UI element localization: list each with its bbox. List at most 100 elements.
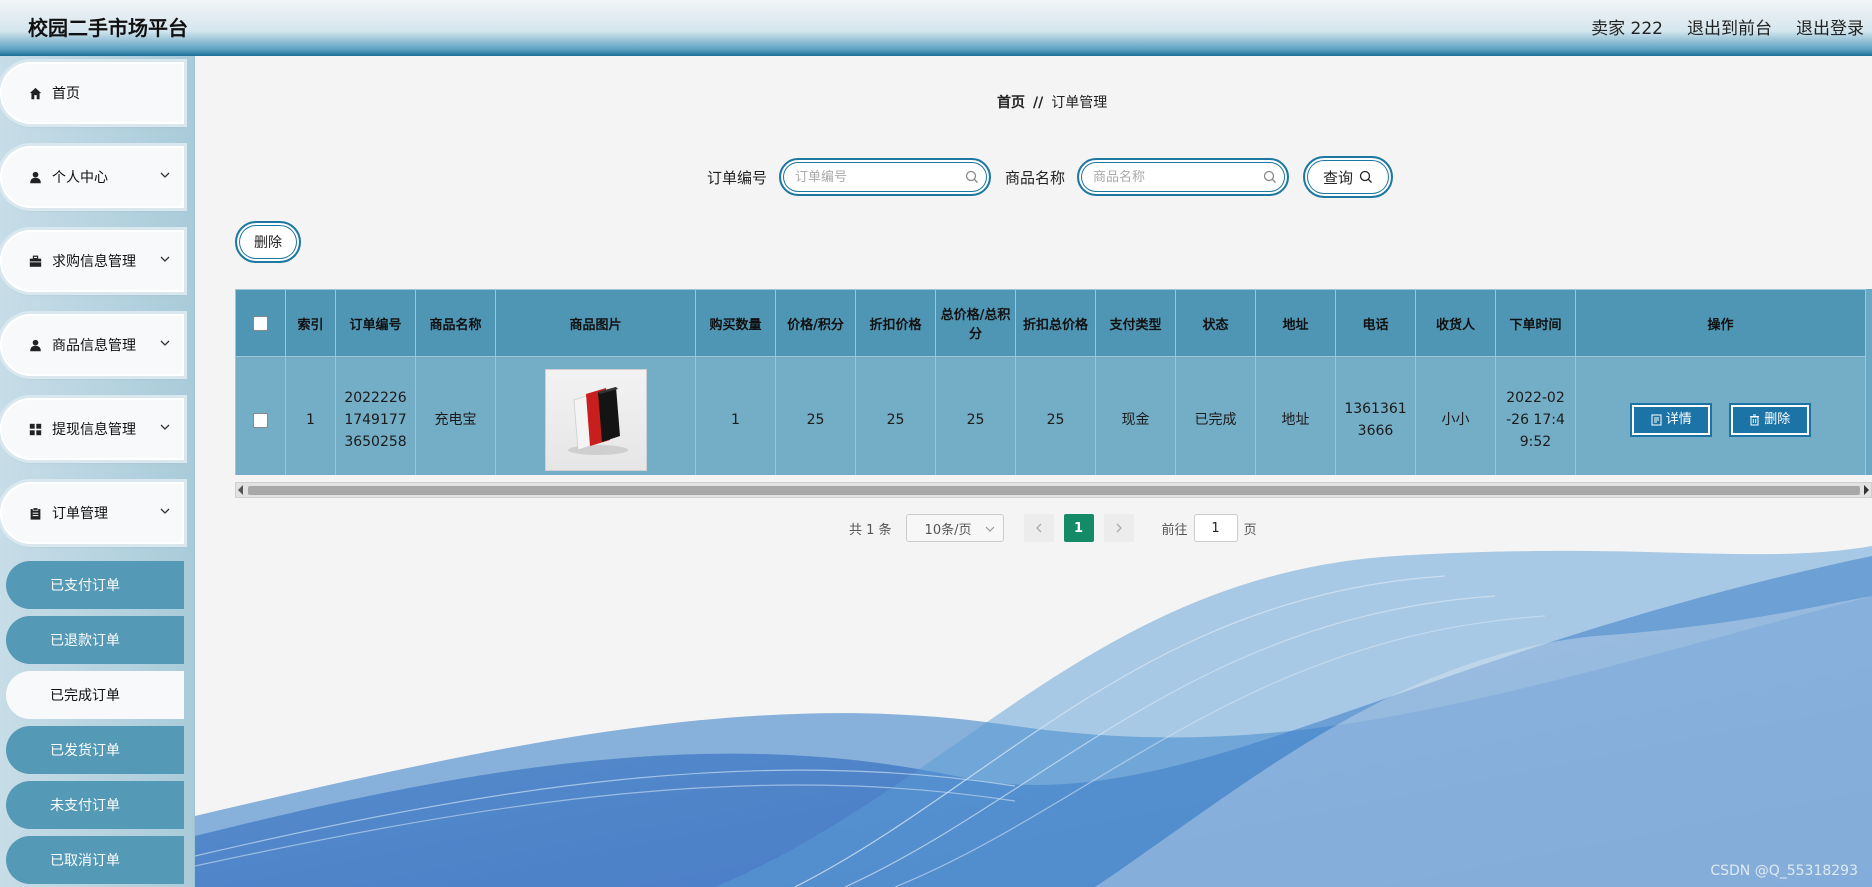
scroll-left-arrow-icon[interactable] xyxy=(238,485,243,495)
logout-link[interactable]: 退出登录 xyxy=(1796,14,1864,39)
search-icon xyxy=(965,170,978,183)
order-no-line: 1749177 xyxy=(344,412,407,428)
time-line: 2022-02 xyxy=(1506,390,1565,406)
power-bank-illustration xyxy=(567,387,628,455)
column-header: 折扣总价格 xyxy=(1015,289,1096,357)
goto-page-input[interactable]: 1 xyxy=(1193,514,1238,542)
sidebar-item-label: 首页 xyxy=(52,86,80,102)
table-header-row: 索引 订单编号 商品名称 商品图片 购买数量 价格/积分 折扣价格 总价格/总积… xyxy=(235,289,1866,357)
grid-icon xyxy=(28,422,42,436)
chevron-down-icon xyxy=(160,256,170,262)
goto-label: 前往 xyxy=(1161,522,1188,538)
sidebar-item-personal-center[interactable]: 个人中心 xyxy=(0,146,184,208)
chevron-left-icon xyxy=(1035,523,1042,533)
breadcrumb-home[interactable]: 首页 xyxy=(997,95,1025,111)
cell-product-image xyxy=(495,356,696,475)
chevron-right-icon xyxy=(1116,523,1122,533)
detail-button[interactable]: 详情 xyxy=(1630,403,1713,437)
page-number-current[interactable]: 1 xyxy=(1063,514,1094,542)
product-name-input[interactable] xyxy=(1091,168,1256,186)
column-header: 地址 xyxy=(1255,289,1336,357)
column-header: 下单时间 xyxy=(1495,289,1576,357)
product-name-label: 商品名称 xyxy=(1005,168,1066,187)
row-delete-button-label: 删除 xyxy=(1764,412,1791,427)
product-image[interactable] xyxy=(544,369,647,471)
table-row: 1 2022226 1749177 3650258 充电宝 1 25 25 25… xyxy=(235,356,1866,475)
cell-status: 已完成 xyxy=(1175,356,1256,475)
order-no-field[interactable] xyxy=(779,158,992,196)
sidebar: 首页 个人中心 求购信息管理 商品信息管理 提现信息管理 订单管理 已支付订单 … xyxy=(0,56,195,887)
sidebar-item-home[interactable]: 首页 xyxy=(0,62,184,124)
column-header: 折扣价格 xyxy=(855,289,936,357)
search-icon xyxy=(1359,170,1372,183)
chevron-down-icon xyxy=(160,424,170,430)
cell-phone: 1361361 3666 xyxy=(1335,356,1416,475)
cell-discount-price: 25 xyxy=(855,356,936,475)
sidebar-subitem-shipped-orders[interactable]: 已发货订单 xyxy=(6,726,184,774)
clipboard-icon xyxy=(28,506,42,520)
current-user[interactable]: 卖家 222 xyxy=(1591,14,1663,39)
pagination: 共 1 条 10条/页 1 前往 1 页 xyxy=(849,514,1257,542)
column-header: 支付类型 xyxy=(1095,289,1176,357)
cell-quantity: 1 xyxy=(695,356,776,475)
sidebar-item-withdraw-info[interactable]: 提现信息管理 xyxy=(0,398,184,460)
sidebar-item-label: 订单管理 xyxy=(52,506,108,522)
cell-pay-type: 现金 xyxy=(1095,356,1176,475)
search-bar: 订单编号 商品名称 查询 xyxy=(707,156,1394,198)
sidebar-item-order-management[interactable]: 订单管理 xyxy=(0,482,184,544)
document-icon xyxy=(1651,414,1662,426)
query-button-label: 查询 xyxy=(1323,168,1354,187)
sidebar-item-purchase-info[interactable]: 求购信息管理 xyxy=(0,230,184,292)
breadcrumb-current: 订单管理 xyxy=(1051,95,1108,111)
next-page-button[interactable] xyxy=(1103,514,1134,542)
select-all-checkbox[interactable] xyxy=(253,315,268,331)
cell-index: 1 xyxy=(285,356,336,475)
pagination-total: 共 1 条 xyxy=(849,522,892,538)
query-button[interactable]: 查询 xyxy=(1303,156,1394,198)
row-checkbox[interactable] xyxy=(253,412,268,428)
page-unit-label: 页 xyxy=(1243,522,1257,538)
page-size-select[interactable]: 10条/页 xyxy=(905,514,1004,542)
page-size-value: 10条/页 xyxy=(924,522,972,538)
scroll-right-arrow-icon[interactable] xyxy=(1864,485,1869,495)
time-line: -26 17:4 xyxy=(1506,412,1565,428)
sidebar-subitem-refunded-orders[interactable]: 已退款订单 xyxy=(6,616,184,664)
product-name-field[interactable] xyxy=(1077,158,1290,196)
sidebar-subitem-paid-orders[interactable]: 已支付订单 xyxy=(6,561,184,609)
select-all-cell xyxy=(235,289,286,357)
cell-receiver: 小小 xyxy=(1415,356,1496,475)
app-title: 校园二手市场平台 xyxy=(28,16,188,40)
cell-price: 25 xyxy=(775,356,856,475)
row-delete-button[interactable]: 删除 xyxy=(1728,403,1811,437)
order-no-input[interactable] xyxy=(793,168,958,186)
top-header: 校园二手市场平台 卖家 222 退出到前台 退出登录 xyxy=(0,0,1872,56)
column-header: 价格/积分 xyxy=(775,289,856,357)
back-to-front-link[interactable]: 退出到前台 xyxy=(1687,14,1772,39)
sidebar-subitem-cancelled-orders[interactable]: 已取消订单 xyxy=(6,836,184,884)
row-select-cell xyxy=(235,356,286,475)
home-icon xyxy=(28,86,42,100)
column-header: 商品图片 xyxy=(495,289,696,357)
batch-delete-button[interactable]: 删除 xyxy=(235,221,301,263)
sidebar-item-product-info[interactable]: 商品信息管理 xyxy=(0,314,184,376)
horizontal-scrollbar[interactable] xyxy=(235,482,1872,498)
prev-page-button[interactable] xyxy=(1023,514,1054,542)
column-header: 订单编号 xyxy=(335,289,416,357)
trash-icon xyxy=(1750,414,1760,426)
cell-total-price: 25 xyxy=(935,356,1016,475)
chevron-down-icon xyxy=(160,172,170,178)
briefcase-icon xyxy=(28,254,42,268)
order-no-label: 订单编号 xyxy=(707,168,768,187)
column-header: 收货人 xyxy=(1415,289,1496,357)
column-header: 购买数量 xyxy=(695,289,776,357)
column-header: 电话 xyxy=(1335,289,1416,357)
user-icon xyxy=(28,338,42,352)
watermark: CSDN @Q_55318293 xyxy=(1710,863,1858,879)
sidebar-item-label: 个人中心 xyxy=(52,170,108,186)
sidebar-subitem-unpaid-orders[interactable]: 未支付订单 xyxy=(6,781,184,829)
detail-button-label: 详情 xyxy=(1665,412,1692,427)
sidebar-subitem-completed-orders[interactable]: 已完成订单 xyxy=(6,671,184,719)
cell-discount-total: 25 xyxy=(1015,356,1096,475)
scrollbar-thumb[interactable] xyxy=(248,486,1860,495)
main-content: 首页 // 订单管理 订单编号 商品名称 查询 删除 xyxy=(195,56,1872,887)
